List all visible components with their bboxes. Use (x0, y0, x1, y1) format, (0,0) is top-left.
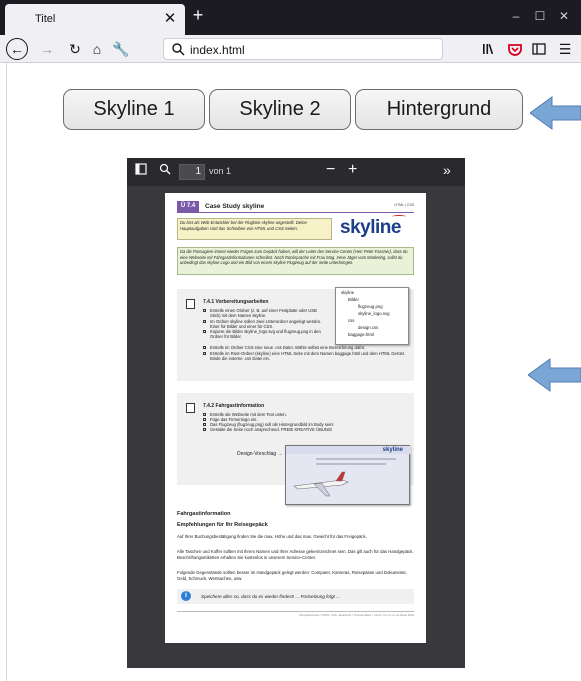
doc-footer: Übungsbeispiele | HTML, CSS, JavaScript … (298, 613, 414, 617)
airplane-icon (293, 471, 349, 497)
sidebar-icon[interactable] (528, 38, 550, 60)
doc-title: Case Study skyline (205, 203, 265, 210)
paragraph-3: Folgende Gegenstände sollten besser im H… (177, 570, 408, 581)
tree-item: skyline_logo.svg (358, 311, 390, 316)
zoom-in-icon[interactable]: + (348, 161, 357, 179)
browser-tab[interactable]: Titel ✕ (5, 4, 185, 35)
home-icon[interactable]: ⌂ (86, 38, 108, 60)
doc-header: Ü 7.4 Case Study skyline HTML | CSS (177, 201, 414, 213)
section-1-list-cont: Erstelle im Ordner CSS eine neue .css Da… (203, 345, 408, 361)
tree-item: baggage.html (348, 332, 375, 337)
page-left-border (6, 63, 7, 681)
doc-tag: HTML | CSS (394, 203, 414, 207)
info-icon: i (181, 591, 191, 601)
list-item: Kopiere die Bilder skyline_logo.svg und … (203, 329, 328, 339)
list-item: Im Ordner skyline sollen zwei Unterordne… (203, 319, 328, 329)
logo-swoosh (392, 215, 406, 218)
arrow-pointer-icon (530, 96, 581, 130)
info-note: i Speichere alles so, dass du es wieder … (177, 589, 414, 604)
forward-icon[interactable]: → (36, 38, 58, 60)
design-preview-image: skyline (285, 445, 411, 505)
bullet-icon (203, 330, 206, 333)
page-number-input[interactable]: 1 (179, 164, 205, 180)
section-1-list: Erstelle einen Ordner (z. B. auf einer F… (203, 308, 328, 340)
customize-wrench-icon[interactable]: 🔧 (110, 38, 132, 60)
tree-item: design.css (358, 325, 379, 330)
bullet-icon (203, 309, 206, 312)
context-box: Da die Passagiere immer wieder Fragen zu… (177, 247, 414, 275)
maximize-icon[interactable]: ☐ (532, 9, 548, 23)
bullet-icon (203, 319, 206, 323)
tab-close-icon[interactable]: ✕ (161, 9, 179, 27)
zoom-out-icon[interactable]: − (326, 161, 335, 179)
tree-item: flugzeug.png (358, 304, 383, 309)
intro-box: Du bist als Web-Entwickler bei der Flugl… (177, 218, 332, 240)
skyline-1-button[interactable]: Skyline 1 (63, 89, 205, 130)
hintergrund-button[interactable]: Hintergrund (355, 89, 523, 130)
info-note-text: Speichere alles so, dass du es wieder fi… (201, 594, 340, 599)
task-icon (186, 299, 195, 309)
folder-tree-image: skyline Bilder flugzeug.png skyline_logo… (335, 287, 409, 345)
search-icon (172, 43, 185, 56)
skyline-2-button[interactable]: Skyline 2 (209, 89, 351, 130)
task-icon (186, 403, 195, 413)
pdf-viewer: 1 von 1 − + » Ü 7.4 Case Study skyline H… (127, 158, 465, 668)
menu-icon[interactable]: ☰ (554, 38, 576, 60)
skyline-logo: skyline (340, 217, 401, 238)
tree-item: css (348, 318, 355, 323)
bullet-icon (203, 346, 206, 349)
tree-item: Bilder (348, 297, 359, 302)
nav-toolbar: ← → ↻ ⌂ 🔧 index.html ☰ (0, 35, 581, 63)
browser-titlebar: Titel ✕ + – ☐ ✕ (0, 0, 581, 35)
pdf-search-icon[interactable] (159, 163, 171, 178)
toggle-sidebar-icon[interactable] (135, 163, 147, 178)
list-item: Erstelle im Ordner CSS eine neue .css Da… (203, 345, 408, 350)
pdf-toolbar: 1 von 1 − + » (127, 158, 465, 186)
preview-logo: skyline (382, 447, 403, 453)
exercise-number: Ü 7.4 (177, 201, 199, 212)
pocket-icon[interactable] (504, 38, 526, 60)
close-window-icon[interactable]: ✕ (556, 9, 572, 23)
bullet-icon (203, 351, 206, 355)
tab-title: Titel (35, 13, 56, 25)
bullet-icon (203, 413, 206, 416)
library-icon[interactable] (478, 38, 500, 60)
new-tab-icon[interactable]: + (188, 5, 208, 26)
content-heading-1: Fahrgastinformation (177, 511, 231, 517)
reload-icon[interactable]: ↻ (64, 38, 86, 60)
minimize-icon[interactable]: – (508, 9, 524, 23)
design-label: Design-Vorschlag → (237, 451, 283, 457)
preview-line (316, 463, 386, 465)
context-text: Da die Passagiere immer wieder Fragen zu… (180, 249, 408, 265)
url-text: index.html (190, 43, 245, 57)
section-2-list: Erstelle die Webseite mit dem Text unten… (203, 412, 403, 432)
back-icon[interactable]: ← (6, 38, 28, 60)
section-2-title: 7.4.2 Fahrgastinformation (203, 403, 265, 409)
paragraph-1: Auf Ihrer Buchungsbestätigung finden Sie… (177, 534, 367, 539)
list-item: Gestalte die Seite noch ansprechend. FRE… (203, 427, 403, 432)
bullet-icon (203, 423, 206, 426)
content-heading-2: Empfehlungen für Ihr Reisegepäck (177, 522, 268, 528)
bullet-icon (203, 418, 206, 421)
tools-expand-icon[interactable]: » (443, 162, 451, 178)
intro-text: Du bist als Web-Entwickler bei der Flugl… (180, 220, 307, 231)
pdf-page: Ü 7.4 Case Study skyline HTML | CSS Du b… (165, 193, 426, 643)
url-bar[interactable]: index.html (163, 38, 443, 60)
arrow-pointer-icon (528, 358, 581, 392)
list-item: Erstelle einen Ordner (z. B. auf einer F… (203, 308, 328, 318)
section-1-title: 7.4.1 Vorbereitungsarbeiten (203, 299, 269, 305)
preview-line (316, 458, 396, 460)
list-item: Erstelle im Root-Ordner (skyline) eine H… (203, 351, 408, 361)
bullet-icon (203, 428, 206, 431)
page-count: von 1 (209, 166, 232, 176)
tree-item: skyline (341, 290, 355, 295)
paragraph-2: Alle Taschen und Koffer sollten mit Ihre… (177, 549, 414, 560)
